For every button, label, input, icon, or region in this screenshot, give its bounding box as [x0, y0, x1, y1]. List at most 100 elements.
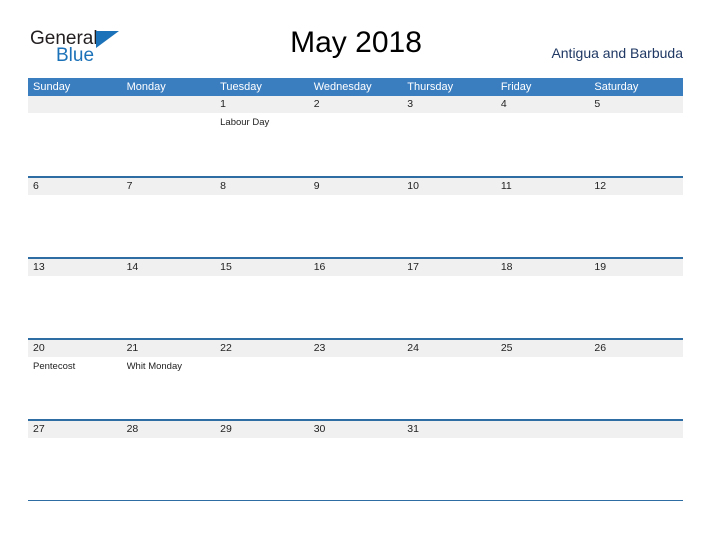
day-events: [220, 195, 309, 198]
day-number: 10: [407, 180, 419, 192]
calendar-day-cell[interactable]: 5: [589, 96, 683, 176]
week-cells: 27 28 29 30 31: [28, 421, 683, 501]
day-number: [33, 96, 122, 113]
day-events: [501, 195, 590, 198]
day-events: [407, 276, 496, 279]
weekday-header-tuesday: Tuesday: [220, 81, 262, 93]
day-number: 25: [500, 342, 513, 354]
calendar-day-cell[interactable]: 2: [309, 96, 403, 176]
weekday-header-saturday: Saturday: [594, 81, 639, 93]
day-events: [33, 438, 122, 441]
day-events: [33, 195, 122, 198]
weekday-header-sunday: Sunday: [33, 81, 71, 93]
day-events: [220, 276, 309, 279]
day-number: 2: [313, 98, 320, 110]
calendar-day-cell[interactable]: 10: [402, 178, 496, 258]
day-number: 30: [313, 423, 326, 435]
calendar-day-cell[interactable]: 16: [309, 259, 403, 339]
calendar-day-cell[interactable]: 4: [496, 96, 590, 176]
day-number: 20: [33, 342, 45, 354]
day-events: [314, 276, 403, 279]
calendar-week-row: 27 28 29 30 31: [28, 420, 683, 501]
day-number: 19: [594, 261, 607, 273]
day-events: [314, 438, 403, 441]
day-events: [314, 113, 403, 116]
day-number: 21: [126, 342, 139, 354]
day-number: 1: [220, 98, 226, 110]
day-number: 12: [594, 180, 607, 192]
day-number: 5: [594, 98, 601, 110]
day-events: [127, 438, 216, 441]
calendar-day-cell[interactable]: 14: [122, 259, 216, 339]
calendar-day-cell[interactable]: 25: [496, 340, 590, 420]
weekday-header-friday: Friday: [500, 81, 532, 93]
calendar-week-row: 1 Labour Day 2 3 4 5: [28, 96, 683, 177]
calendar-day-cell[interactable]: 11: [496, 178, 590, 258]
calendar-day-cell[interactable]: 20 Pentecost: [28, 340, 122, 420]
day-events: [127, 276, 216, 279]
day-number: 11: [500, 180, 512, 192]
calendar-week-row: 6 7 8 9 10 11 12: [28, 177, 683, 258]
calendar-day-cell-empty: [589, 421, 683, 501]
day-number: 4: [500, 98, 507, 110]
day-number: 27: [33, 423, 45, 435]
calendar-day-cell[interactable]: 8: [215, 178, 309, 258]
page-header: General Blue May 2018 Antigua and Barbud…: [0, 0, 712, 76]
day-number: [127, 96, 216, 113]
day-number: 8: [220, 180, 226, 192]
calendar-day-cell[interactable]: 27: [28, 421, 122, 501]
calendar-day-cell[interactable]: 23: [309, 340, 403, 420]
day-events: Whit Monday: [127, 357, 216, 373]
day-events: [127, 113, 216, 116]
calendar-day-cell-empty: [496, 421, 590, 501]
calendar-day-cell[interactable]: 15: [215, 259, 309, 339]
calendar-day-cell[interactable]: 9: [309, 178, 403, 258]
day-events: [594, 357, 683, 360]
calendar-day-cell[interactable]: 21 Whit Monday: [122, 340, 216, 420]
weekday-header-wednesday: Wednesday: [313, 81, 372, 93]
day-number: 26: [594, 342, 607, 354]
day-events: Labour Day: [220, 113, 309, 129]
day-events: [220, 438, 309, 441]
day-number: 14: [126, 261, 139, 273]
day-events: [407, 357, 496, 360]
week-divider: [28, 500, 683, 501]
day-number: 6: [33, 180, 39, 192]
calendar-day-cell-empty: [122, 96, 216, 176]
calendar-day-cell[interactable]: 28: [122, 421, 216, 501]
day-number: 3: [407, 98, 414, 110]
location-label: Antigua and Barbuda: [551, 45, 683, 61]
calendar-weeks: 1 Labour Day 2 3 4 5 6 7 8 9 10 11 12 13 14 15 16 17 18 19 2…: [28, 96, 683, 501]
calendar-day-cell[interactable]: 7: [122, 178, 216, 258]
calendar-day-cell[interactable]: 30: [309, 421, 403, 501]
week-cells: 20 Pentecost 21 Whit Monday 22 23 24 25 26: [28, 340, 683, 420]
calendar-day-cell[interactable]: 22: [215, 340, 309, 420]
calendar-day-cell[interactable]: 24: [402, 340, 496, 420]
calendar-day-cell[interactable]: 19: [589, 259, 683, 339]
calendar-day-cell[interactable]: 1 Labour Day: [215, 96, 309, 176]
calendar-week-row: 20 Pentecost 21 Whit Monday 22 23 24 25 26: [28, 339, 683, 420]
calendar-day-cell[interactable]: 3: [402, 96, 496, 176]
day-events: [314, 357, 403, 360]
calendar-day-cell[interactable]: 17: [402, 259, 496, 339]
day-number: 9: [313, 180, 320, 192]
calendar-day-cell[interactable]: 29: [215, 421, 309, 501]
calendar-day-cell[interactable]: 26: [589, 340, 683, 420]
day-events: [314, 195, 403, 198]
day-number: 17: [407, 261, 419, 273]
day-events: [33, 113, 122, 116]
holiday-label: Whit Monday: [126, 361, 182, 372]
day-number: 16: [313, 261, 326, 273]
calendar-day-cell[interactable]: 13: [28, 259, 122, 339]
calendar-day-cell[interactable]: 31: [402, 421, 496, 501]
calendar-day-cell[interactable]: 12: [589, 178, 683, 258]
calendar-day-cell[interactable]: 18: [496, 259, 590, 339]
calendar-week-row: 13 14 15 16 17 18 19: [28, 258, 683, 339]
day-number: 22: [220, 342, 232, 354]
day-events: [501, 438, 590, 441]
day-number: 23: [313, 342, 326, 354]
day-number: [594, 421, 683, 438]
day-events: [594, 276, 683, 279]
calendar-day-cell[interactable]: 6: [28, 178, 122, 258]
weekday-header-row: Sunday Monday Tuesday Wednesday Thursday…: [28, 78, 683, 96]
